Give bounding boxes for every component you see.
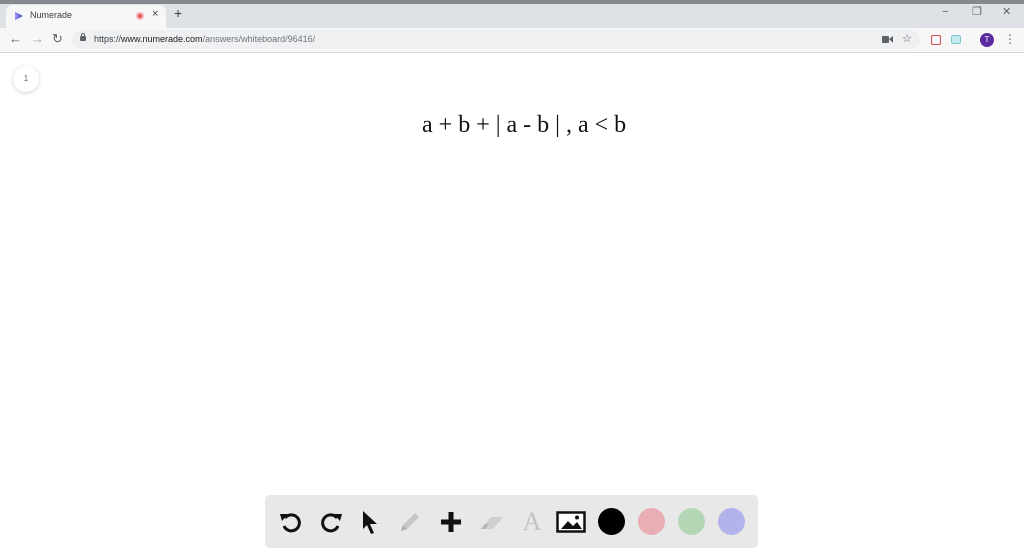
undo-icon <box>280 513 301 533</box>
minimize-icon[interactable]: − <box>942 7 948 18</box>
drawing-toolbar: A <box>265 495 758 548</box>
eraser-icon <box>481 517 503 529</box>
select-tool-button[interactable] <box>355 507 385 537</box>
window-close-icon[interactable]: ✕ <box>1002 7 1011 18</box>
reload-icon[interactable]: ↻ <box>52 32 63 46</box>
redo-button[interactable] <box>316 507 346 537</box>
numerade-logo-icon <box>15 12 23 20</box>
pencil-tool-button[interactable] <box>395 507 425 537</box>
pencil-icon <box>401 513 419 531</box>
recording-indicator-icon <box>136 12 144 20</box>
add-icon <box>441 512 461 532</box>
profile-avatar[interactable]: T <box>980 33 994 47</box>
add-tool-button[interactable] <box>436 507 466 537</box>
forward-icon[interactable]: → <box>31 32 44 46</box>
url-scheme: https:// <box>94 34 122 44</box>
tab-close-icon[interactable]: × <box>152 8 158 20</box>
cast-icon[interactable] <box>951 35 961 44</box>
color-purple-swatch[interactable] <box>718 508 745 535</box>
tab-title: Numerade <box>30 10 73 20</box>
url-host: www.numerade.com <box>121 34 203 44</box>
browser-toolbar: ← → ↻ https://www.numerade.com/answers/w… <box>0 28 1024 53</box>
back-icon[interactable]: ← <box>9 32 22 46</box>
browser-tab[interactable]: Numerade × <box>6 5 166 28</box>
redo-icon <box>321 513 342 533</box>
extension-icon[interactable] <box>931 35 941 45</box>
color-pink-swatch[interactable] <box>638 508 665 535</box>
image-icon <box>556 511 586 533</box>
select-arrow-icon <box>363 511 377 534</box>
image-tool-button[interactable] <box>556 507 586 537</box>
url-text: https://www.numerade.com/answers/whitebo… <box>94 34 315 44</box>
browser-tab-strip: Numerade × + − ❐ ✕ <box>0 0 1024 28</box>
address-bar[interactable]: https://www.numerade.com/answers/whitebo… <box>72 30 920 49</box>
color-green-swatch[interactable] <box>678 508 705 535</box>
lock-icon <box>80 33 86 41</box>
url-path: /answers/whiteboard/96416/ <box>202 34 316 44</box>
page-number-badge[interactable]: 1 <box>13 66 39 92</box>
new-tab-button[interactable]: + <box>174 6 182 20</box>
undo-button[interactable] <box>276 507 306 537</box>
handwritten-expression: a + b + | a - b | , a < b <box>422 112 627 138</box>
eraser-tool-button[interactable] <box>477 507 507 537</box>
bookmark-star-icon[interactable]: ☆ <box>902 33 912 45</box>
whiteboard-canvas[interactable]: 1 a + b + | a - b | , a < b <box>0 53 1024 554</box>
text-icon: A <box>522 507 542 536</box>
browser-menu-icon[interactable]: ⋮ <box>1004 33 1016 45</box>
window-top-border <box>0 0 1024 4</box>
text-tool-button[interactable]: A <box>517 507 547 537</box>
camera-icon[interactable] <box>882 35 893 44</box>
restore-icon[interactable]: ❐ <box>972 7 982 18</box>
color-black-swatch[interactable] <box>598 508 625 535</box>
